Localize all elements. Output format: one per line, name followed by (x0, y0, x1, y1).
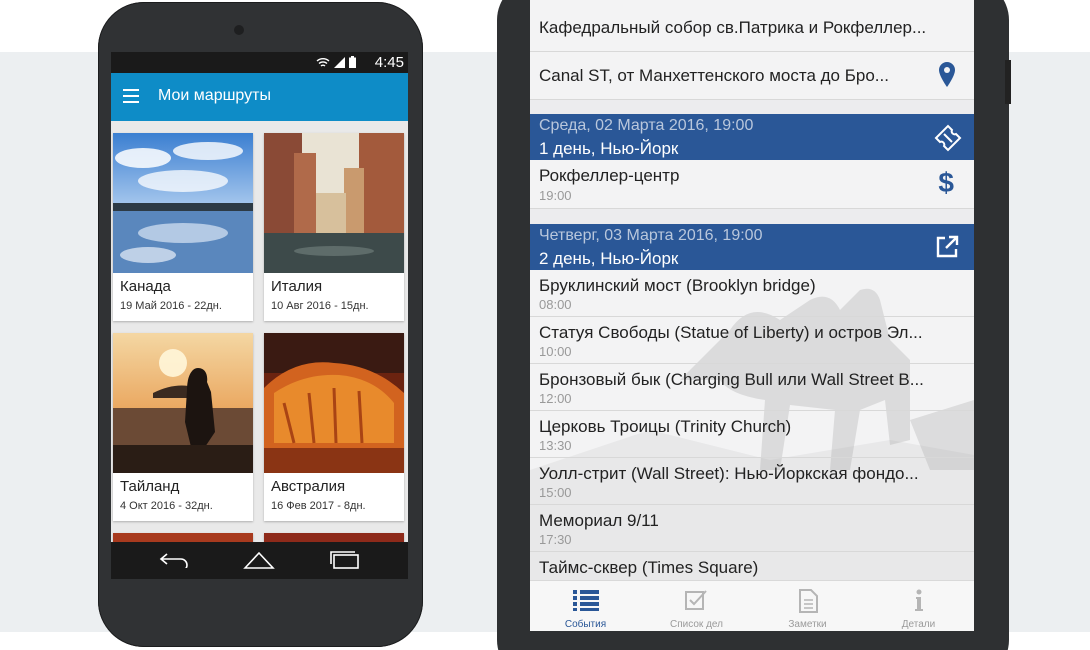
event-title: Мемориал 9/11 (539, 511, 659, 530)
event-row[interactable]: Canal ST, от Манхеттенского моста до Бро… (530, 52, 974, 100)
route-name: Австралия (271, 478, 346, 495)
event-title: Canal ST, от Манхеттенского моста до Бро… (539, 66, 889, 85)
side-button (1005, 60, 1011, 104)
event-row[interactable]: Таймс-сквер (Times Square) (530, 552, 974, 582)
route-name: Италия (271, 278, 323, 295)
event-time: 10:00 (539, 344, 572, 359)
tab-details[interactable]: Детали (863, 581, 974, 631)
dollar-icon[interactable]: $ (938, 167, 954, 199)
event-row[interactable]: Мемориал 9/11 17:30 (530, 505, 974, 552)
event-title: Уолл-стрит (Wall Street): Нью-Йоркская ф… (539, 464, 919, 483)
map-pin-icon[interactable] (938, 61, 956, 89)
event-row[interactable]: Бруклинский мост (Brooklyn bridge) 08:00 (530, 270, 974, 317)
route-photo (113, 333, 253, 473)
showcase: 4:45 Мои маршруты Канада 19 Май 2016 - 2… (0, 0, 1090, 650)
event-title: Таймс-сквер (Times Square) (539, 558, 759, 577)
event-title: Кафедральный собор св.Патрика и Рокфелле… (539, 18, 927, 37)
system-nav-bar (111, 542, 408, 579)
section-gap (530, 209, 974, 224)
front-camera (234, 25, 244, 35)
event-title: Бруклинский мост (Brooklyn bridge) (539, 276, 816, 295)
event-time: 08:00 (539, 297, 572, 312)
tab-label: События (564, 619, 607, 630)
tab-notes[interactable]: Заметки (752, 581, 863, 631)
tab-label: Детали (901, 619, 936, 630)
wifi-icon (316, 57, 330, 67)
event-row[interactable]: Статуя Свободы (Statue of Liberty) и ост… (530, 317, 974, 364)
recent-apps-icon[interactable] (329, 550, 361, 570)
day-header-1: Среда, 02 Марта 2016, 19:00 1 день, Нью-… (530, 114, 974, 160)
event-row[interactable]: Кафедральный собор св.Патрика и Рокфелле… (530, 0, 974, 52)
checkbox-icon (685, 590, 707, 610)
event-time: 17:30 (539, 532, 572, 547)
tab-label: Список дел (670, 619, 723, 630)
route-name: Канада (120, 278, 171, 295)
section-gap (530, 100, 974, 114)
route-card-italy[interactable]: Италия 10 Авг 2016 - 15дн. (264, 133, 404, 321)
route-photo (264, 333, 404, 473)
tab-todo[interactable]: Список дел (641, 581, 752, 631)
route-card-thailand[interactable]: Тайланд 4 Окт 2016 - 32дн. (113, 333, 253, 521)
event-title: Церковь Троицы (Trinity Church) (539, 417, 792, 436)
info-icon (915, 589, 923, 611)
route-dates: 19 Май 2016 - 22дн. (120, 300, 222, 312)
event-time: 13:30 (539, 438, 572, 453)
status-bar: 4:45 (111, 52, 408, 73)
route-dates: 10 Авг 2016 - 15дн. (271, 300, 369, 312)
route-dates: 16 Фев 2017 - 8дн. (271, 500, 366, 512)
page-title: Мои маршруты (158, 87, 271, 104)
day-label: 2 день, Нью-Йорк (539, 249, 679, 268)
itinerary-screen: Кафедральный собор св.Патрика и Рокфелле… (530, 0, 974, 631)
ticket-icon[interactable] (932, 122, 962, 152)
event-time: 15:00 (539, 485, 572, 500)
route-card-canada[interactable]: Канада 19 Май 2016 - 22дн. (113, 133, 253, 321)
tab-bar: События Список дел Заметки Детали (530, 580, 974, 631)
event-row[interactable]: Бронзовый бык (Charging Bull или Wall St… (530, 364, 974, 411)
back-icon[interactable] (159, 552, 189, 568)
event-title: Бронзовый бык (Charging Bull или Wall St… (539, 370, 924, 389)
event-title: Статуя Свободы (Statue of Liberty) и ост… (539, 323, 923, 342)
tab-label: Заметки (788, 619, 827, 630)
event-time: 19:00 (539, 188, 572, 203)
event-row[interactable]: Уолл-стрит (Wall Street): Нью-Йоркская ф… (530, 458, 974, 505)
android-screen: 4:45 Мои маршруты Канада 19 Май 2016 - 2… (111, 52, 408, 579)
note-icon (799, 589, 818, 613)
route-dates: 4 Окт 2016 - 32дн. (120, 500, 213, 512)
list-icon (573, 590, 599, 611)
day-label: 1 день, Нью-Йорк (539, 139, 679, 158)
event-title: Рокфеллер-центр (539, 166, 680, 185)
route-photo (264, 133, 404, 273)
event-time: 12:00 (539, 391, 572, 406)
route-photo (113, 133, 253, 273)
status-icons (316, 56, 356, 68)
home-icon[interactable] (243, 551, 275, 569)
event-row[interactable]: Рокфеллер-центр 19:00 $ (530, 160, 974, 209)
event-row[interactable]: Церковь Троицы (Trinity Church) 13:30 (530, 411, 974, 458)
day-date: Четверг, 03 Марта 2016, 19:00 (539, 227, 763, 244)
app-bar: Мои маршруты (111, 73, 408, 121)
route-name: Тайланд (120, 478, 180, 495)
day-header-2: Четверг, 03 Марта 2016, 19:00 2 день, Нь… (530, 224, 974, 270)
signal-icon (334, 56, 345, 68)
menu-icon[interactable] (123, 89, 139, 103)
tab-events[interactable]: События (530, 581, 641, 631)
battery-icon (349, 56, 356, 68)
route-card-australia[interactable]: Австралия 16 Фев 2017 - 8дн. (264, 333, 404, 521)
day-date: Среда, 02 Марта 2016, 19:00 (539, 117, 754, 134)
status-time: 4:45 (374, 54, 404, 71)
external-link-icon[interactable] (932, 232, 962, 262)
